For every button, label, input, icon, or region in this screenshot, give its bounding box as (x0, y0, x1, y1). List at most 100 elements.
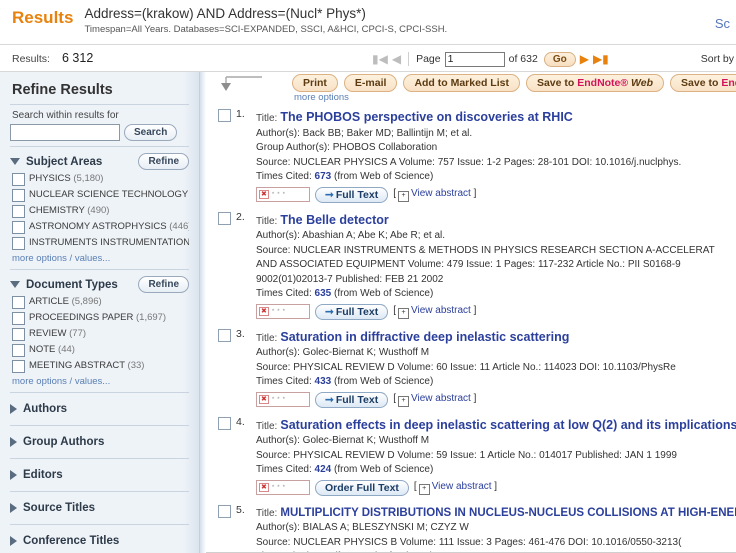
facet-group-document-types[interactable]: Document Types Refine (10, 276, 189, 293)
full-text-button[interactable]: ➞ Full Text (315, 303, 389, 320)
facet-item[interactable]: PHYSICS (5,180) (12, 172, 189, 186)
save-to-endnote-web-button[interactable]: Save to EndNote® Web (525, 74, 665, 92)
add-to-marked-list-button[interactable]: Add to Marked List (403, 74, 520, 92)
chevron-right-icon[interactable] (10, 470, 17, 480)
result-checkbox[interactable] (218, 504, 231, 518)
query-databases: Timespan=All Years. Databases=SCI-EXPAND… (84, 24, 448, 35)
sort-by-label[interactable]: Sort by (701, 53, 734, 65)
page-label: Page (416, 53, 441, 65)
results-count-value: 6 312 (62, 51, 94, 65)
title-label: Title: (256, 507, 278, 519)
chevron-right-icon[interactable] (10, 536, 17, 546)
result-title-link[interactable]: The Belle detector (280, 213, 388, 227)
result-checkbox[interactable] (218, 109, 231, 122)
facet-item[interactable]: REVIEW (77) (12, 327, 189, 341)
results-count-bar: Results: 6 312 ▮◀ ◀ Page of 632 Go ▶ ▶▮ … (0, 44, 736, 72)
results-panel: Print E-mail Add to Marked List Save to … (206, 72, 736, 553)
results-count-label: Results: (12, 53, 50, 65)
facet-item[interactable]: INSTRUMENTS INSTRUMENTATION (346) (12, 236, 189, 250)
facet-item[interactable]: PROCEEDINGS PAPER (1,697) (12, 311, 189, 325)
result-number: 1. (236, 108, 245, 120)
facet-checkbox[interactable] (12, 328, 25, 341)
sidebar-item-editors[interactable]: Editors (10, 464, 189, 486)
facet-label: ASTRONOMY ASTROPHYSICS (446) (29, 221, 189, 232)
facet-label: MEETING ABSTRACT (33) (29, 360, 145, 371)
facet-group-label: Document Types (26, 278, 118, 291)
search-within-input[interactable] (10, 124, 120, 141)
result-checkbox[interactable] (218, 328, 231, 342)
sidebar-item-source-titles[interactable]: Source Titles (10, 497, 189, 519)
result-actions: ✖ ⋆⋆⋆ ➞ Full Text [+ View abstract ] (256, 303, 736, 320)
result-checkbox[interactable] (218, 416, 231, 430)
result-title-link[interactable]: MULTIPLICITY DISTRIBUTIONS IN NUCLEUS-NU… (280, 507, 736, 519)
broken-image-icon[interactable]: ✖ ⋆⋆⋆ (256, 187, 310, 202)
facet-checkbox[interactable] (12, 221, 25, 234)
expand-plus-icon[interactable]: + (397, 191, 409, 202)
chevron-right-icon[interactable] (10, 404, 17, 414)
result-item: 2. Title: The Belle detector Author(s): … (212, 209, 736, 326)
last-page-icon[interactable]: ▶▮ (593, 53, 609, 65)
search-button[interactable]: Search (124, 124, 178, 141)
full-text-button[interactable]: ➞ Full Text (315, 186, 389, 203)
full-text-button[interactable]: ➞ Full Text (315, 391, 389, 408)
broken-image-icon[interactable]: ✖ ⋆⋆⋆ (256, 304, 310, 319)
facet-checkbox[interactable] (12, 312, 25, 325)
title-label: Title: (256, 215, 278, 227)
next-page-icon[interactable]: ▶ (580, 53, 589, 65)
email-button[interactable]: E-mail (343, 74, 398, 92)
pager-divider (408, 52, 410, 66)
result-title-link[interactable]: Saturation effects in deep inelastic sca… (280, 418, 736, 432)
more-options-values-link[interactable]: more options / values... (12, 376, 189, 387)
broken-image-icon[interactable]: ✖ ⋆⋆⋆ (256, 392, 310, 407)
view-abstract-toggle[interactable]: [+ View abstract ] (414, 480, 497, 495)
result-title-link[interactable]: The PHOBOS perspective on discoveries at… (280, 110, 572, 124)
facet-checkbox[interactable] (12, 296, 25, 309)
sidebar-item-conference-titles[interactable]: Conference Titles (10, 530, 189, 552)
facet-item[interactable]: NOTE (44) (12, 343, 189, 357)
broken-image-icon[interactable]: ✖ ⋆⋆⋆ (256, 480, 310, 495)
result-checkbox[interactable] (218, 211, 231, 225)
view-abstract-toggle[interactable]: [+ View abstract ] (393, 187, 476, 202)
refine-button-subject-areas[interactable]: Refine (138, 153, 189, 170)
result-title-link[interactable]: Saturation in diffractive deep inelastic… (280, 330, 569, 344)
print-button[interactable]: Print (292, 74, 338, 92)
facet-item[interactable]: ARTICLE (5,896) (12, 295, 189, 309)
order-full-text-button[interactable]: Order Full Text (315, 479, 409, 496)
facet-item[interactable]: ASTRONOMY ASTROPHYSICS (446) (12, 220, 189, 234)
first-page-icon[interactable]: ▮◀ (372, 53, 388, 65)
view-abstract-toggle[interactable]: [+ View abstract ] (393, 304, 476, 319)
save-to-endnote-refman-button[interactable]: Save to EndNote®, RefMan, (670, 74, 736, 92)
facet-checkbox[interactable] (12, 344, 25, 357)
view-abstract-toggle[interactable]: [+ View abstract ] (393, 392, 476, 407)
chevron-down-icon[interactable] (10, 158, 20, 165)
expand-plus-icon[interactable]: + (418, 484, 430, 495)
chevron-down-icon[interactable] (10, 281, 20, 288)
previous-page-icon[interactable]: ◀ (392, 53, 401, 65)
facet-checkbox[interactable] (12, 189, 25, 202)
facet-group-subject-areas[interactable]: Subject Areas Refine (10, 153, 189, 170)
facet-checkbox[interactable] (12, 237, 25, 250)
expand-plus-icon[interactable]: + (397, 396, 409, 407)
refine-button-document-types[interactable]: Refine (138, 276, 189, 293)
chevron-right-icon[interactable] (10, 437, 17, 447)
expand-plus-icon[interactable]: + (397, 308, 409, 319)
sort-down-arrow-icon[interactable] (218, 74, 264, 94)
more-options-values-link[interactable]: more options / values... (12, 253, 189, 264)
facet-checkbox[interactable] (12, 205, 25, 218)
facet-item[interactable]: CHEMISTRY (490) (12, 204, 189, 218)
more-options-link[interactable]: more options (294, 92, 349, 103)
go-button[interactable]: Go (543, 51, 576, 67)
search-history-link[interactable]: Sc (715, 16, 730, 31)
facet-item[interactable]: MEETING ABSTRACT (33) (12, 359, 189, 373)
result-item: 1. Title: The PHOBOS perspective on disc… (212, 106, 736, 209)
facet-checkbox[interactable] (12, 173, 25, 186)
result-source-cont2: 9002(01)02013-7 Published: FEB 21 2002 (256, 273, 444, 285)
sidebar-item-authors[interactable]: Authors (10, 398, 189, 420)
chevron-right-icon[interactable] (10, 503, 17, 513)
divider (10, 491, 189, 492)
title-label: Title: (256, 332, 278, 344)
page-number-input[interactable] (444, 51, 505, 67)
sidebar-item-group-authors[interactable]: Group Authors (10, 431, 189, 453)
facet-checkbox[interactable] (12, 360, 25, 373)
facet-item[interactable]: NUCLEAR SCIENCE TECHNOLOGY (638) (12, 188, 189, 202)
